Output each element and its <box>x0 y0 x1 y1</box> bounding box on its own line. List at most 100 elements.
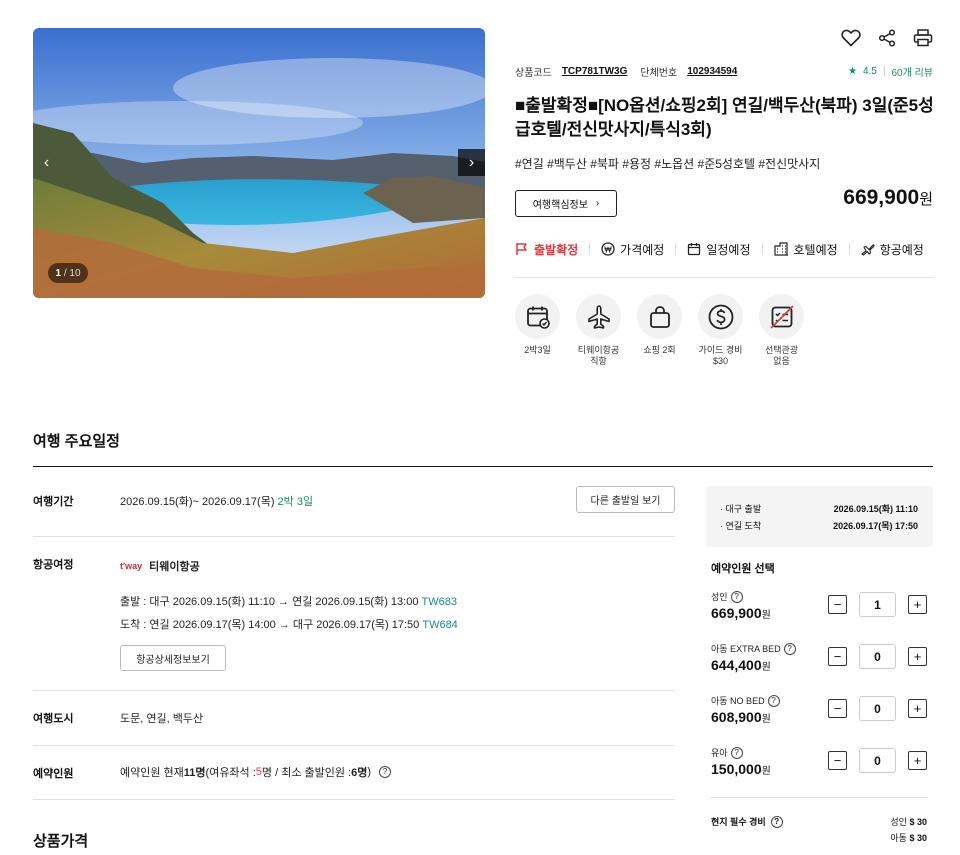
pax-price-unit: 원 <box>761 610 771 621</box>
increment-button[interactable]: + <box>908 595 927 614</box>
status-flight: 항공예정 <box>861 240 924 258</box>
group-number[interactable]: 102934594 <box>687 66 737 77</box>
child-extra-bed-quantity-stepper: − 0 + <box>828 644 927 669</box>
pax-price-unit: 원 <box>761 662 771 673</box>
help-icon[interactable]: ? <box>770 815 783 828</box>
rating-summary[interactable]: ★ 4.5 | 60개 리뷰 <box>848 64 933 79</box>
status-hotel: 호텔예정 <box>773 240 838 258</box>
key-info-button[interactable]: 여행핵심정보 › <box>515 190 617 217</box>
flight-detail-button[interactable]: 항공상세정보보기 <box>120 645 226 671</box>
quantity-input[interactable]: 0 <box>859 644 896 669</box>
pax-label: 성인? <box>711 590 743 603</box>
booking-mid2: 명 / 최소 출발인원 : <box>261 767 352 779</box>
quantity-input[interactable]: 0 <box>859 696 896 721</box>
itinerary-section-title: 여행 주요일정 <box>33 433 120 450</box>
feature-airline: 티웨이항공 직항 <box>576 294 621 367</box>
heart-icon[interactable] <box>840 27 862 49</box>
status-divider <box>761 243 763 255</box>
price-unit: 원 <box>919 191 933 208</box>
counter-current: 1 <box>55 267 62 279</box>
feature-shopping: 쇼핑 2회 <box>637 294 682 367</box>
increment-button[interactable]: + <box>908 699 927 718</box>
booking-current: 11명 <box>183 767 206 779</box>
booking-min: 6명 <box>351 767 368 779</box>
help-icon[interactable]: ? <box>730 590 743 603</box>
fee-adult: 성인 $ 30 <box>890 814 927 830</box>
shopping-bag-icon <box>649 305 670 328</box>
decrement-button[interactable]: − <box>828 699 847 718</box>
carousel-next-button[interactable]: › <box>458 149 485 176</box>
quantity-input[interactable]: 0 <box>859 748 896 773</box>
decrement-button[interactable]: − <box>828 595 847 614</box>
increment-button[interactable]: + <box>908 647 927 666</box>
feature-duration: 2박3일 <box>515 294 560 367</box>
booking-panel-title: 예약인원 선택 <box>711 563 775 575</box>
other-dates-button[interactable]: 다른 출발일 보기 <box>576 486 675 513</box>
pax-price-amount: 608,900 <box>711 709 762 725</box>
product-code-label: 상품코드 <box>515 68 552 79</box>
pax-label: 유아? <box>711 746 743 759</box>
fee-divider <box>711 797 927 798</box>
pax-price: 669,900원 <box>711 605 771 621</box>
pax-child-extra-bed: 아동 EXTRA BED? 644,400원 − 0 + <box>711 642 933 686</box>
feature-line1: 선택관광 <box>764 345 799 355</box>
quantity-input[interactable]: 1 <box>859 592 896 617</box>
feature-line2: $30 <box>712 356 729 366</box>
booking-value: 예약인원 현재 11명 (여유좌석 : 5 명 / 최소 출발인원 : 6명 )… <box>120 764 392 780</box>
local-fee-values: 성인 $ 30 아동 $ 30 <box>890 814 927 846</box>
departure-value: 2026.09.15(화) 11:10 <box>833 504 918 514</box>
period-value: 2026.09.15(화)~ 2026.09.17(목) 2박 3일 <box>120 493 313 509</box>
product-code[interactable]: TCP781TW3G <box>562 66 628 77</box>
airplane-icon <box>587 304 610 329</box>
print-icon[interactable] <box>912 27 934 49</box>
decrement-button[interactable]: − <box>828 751 847 770</box>
status-divider <box>589 243 591 255</box>
flight-label: 항공여정 <box>33 559 74 571</box>
status-divider <box>848 243 850 255</box>
share-icon[interactable] <box>876 27 898 49</box>
status-departure-confirmed: 출발확정 <box>515 240 578 258</box>
fee-adult-label: 성인 <box>890 817 907 827</box>
row-cities: 여행도시 도문, 연길, 백두산 <box>33 691 675 746</box>
local-fee-text: 현지 필수 경비 <box>711 817 766 827</box>
product-image-carousel[interactable]: ‹ › 1 / 10 <box>33 28 485 298</box>
carousel-prev-button[interactable]: ‹ <box>33 149 60 176</box>
booking-mid: (여유좌석 : <box>205 767 256 779</box>
product-actions <box>840 27 934 49</box>
help-icon[interactable]: ? <box>379 766 392 778</box>
product-tags: #연길 #백두산 #북파 #용정 #노옵션 #준5성호텔 #전신맛사지 <box>515 157 821 171</box>
feature-line2: 직항 <box>590 356 607 366</box>
status-label: 출발확정 <box>534 242 579 257</box>
pax-label-text: 유아 <box>711 748 728 758</box>
carousel-counter: 1 / 10 <box>48 263 88 283</box>
help-icon[interactable]: ? <box>783 642 796 655</box>
inbound-flight: 도착 : 연길 2026.09.17(목) 14:00 → 대구 2026.09… <box>120 616 458 632</box>
review-count-link[interactable]: 60개 리뷰 <box>891 64 933 79</box>
child-no-bed-quantity-stepper: − 0 + <box>828 696 927 721</box>
decrement-button[interactable]: − <box>828 647 847 666</box>
status-label: 가격예정 <box>620 242 665 257</box>
status-label: 호텔예정 <box>793 242 838 257</box>
feature-line1: 쇼핑 2회 <box>643 345 676 355</box>
calendar-icon <box>688 243 701 256</box>
row-travel-period: 여행기간 2026.09.15(화)~ 2026.09.17(목) 2박 3일 … <box>33 467 675 537</box>
pax-price-amount: 150,000 <box>711 761 762 777</box>
pax-adult: 성인? 669,900원 − 1 + <box>711 590 933 634</box>
fee-child-value: $ 30 <box>909 833 927 843</box>
outbound-flight-no: TW683 <box>421 596 457 608</box>
price-amount: 669,900 <box>843 186 920 209</box>
increment-button[interactable]: + <box>908 751 927 770</box>
product-codes: 상품코드 TCP781TW3G 단체번호 102934594 <box>515 64 750 79</box>
rating-separator: | <box>882 66 886 77</box>
pax-price: 644,400원 <box>711 657 771 673</box>
help-icon[interactable]: ? <box>767 694 780 707</box>
feature-line1: 티웨이항공 <box>577 345 620 355</box>
flag-icon <box>516 243 527 255</box>
help-icon[interactable]: ? <box>730 746 743 759</box>
pax-price-amount: 669,900 <box>711 605 762 621</box>
pax-label-text: 아동 NO BED <box>711 696 765 706</box>
heaven-lake-photo <box>33 28 485 298</box>
feature-line1: 가이드 경비 <box>698 345 743 355</box>
product-title: ■출발확정■[NO옵션/쇼핑2회] 연길/백두산(북파) 3일(준5성급호텔/전… <box>515 96 934 139</box>
pax-price-unit: 원 <box>761 766 771 777</box>
